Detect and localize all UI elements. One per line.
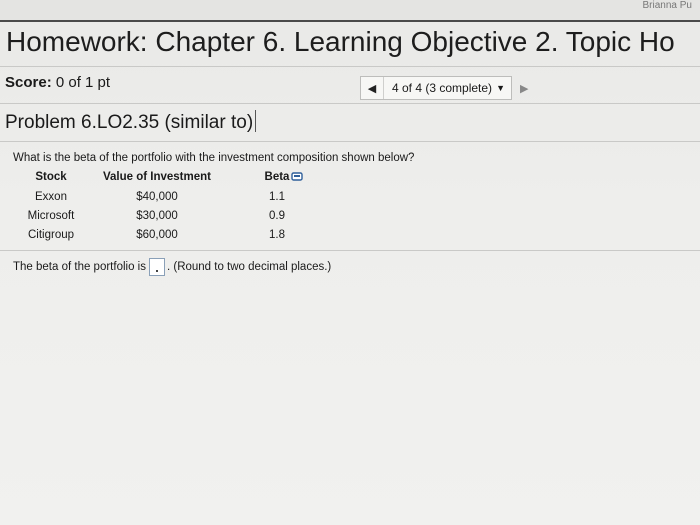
value-cell: $40,000: [136, 190, 178, 203]
triangle-left-icon: ◀: [367, 82, 377, 95]
previous-question-button[interactable]: ◀: [361, 77, 384, 99]
column-header-stock: Stock: [35, 171, 67, 183]
problem-divider: [0, 141, 700, 142]
next-question-button[interactable]: ▶: [520, 82, 528, 95]
header-divider: [0, 20, 700, 22]
stock-cell: Exxon: [35, 190, 67, 203]
copy-data-icon[interactable]: [291, 172, 303, 182]
top-bar: Brianna Pu: [0, 0, 700, 22]
stock-cell: Citigroup: [27, 228, 75, 241]
page-title: Homework: Chapter 6. Learning Objective …: [6, 26, 675, 57]
answer-input[interactable]: [148, 258, 165, 276]
value-cell: $60,000: [136, 228, 178, 241]
beta-cell: 1.8: [269, 228, 285, 241]
table-row: Citigroup $60,000 1.8: [20, 225, 322, 244]
table-row: Exxon $40,000 1.1: [20, 187, 322, 206]
column-header-beta: Beta: [264, 171, 290, 183]
beta-cell: 1.1: [269, 190, 285, 203]
problem-title: Problem 6.LO2.35 (similar to): [5, 110, 257, 134]
score-value: 0 of 1 pt: [55, 74, 111, 91]
answer-line: The beta of the portfolio is . (Round to…: [13, 258, 331, 276]
stock-cell: Microsoft: [27, 209, 75, 222]
question-text: What is the beta of the portfolio with t…: [13, 152, 415, 164]
problem-title-text: Problem 6.LO2.35 (similar to): [5, 112, 254, 133]
question-selector: ◀ 4 of 4 (3 complete) ▼: [360, 76, 512, 100]
question-position-dropdown[interactable]: 4 of 4 (3 complete): [384, 81, 496, 95]
score-label: Score:: [5, 74, 52, 91]
text-cursor: [255, 110, 257, 132]
answer-divider: [0, 250, 700, 251]
user-name: Brianna Pu: [642, 0, 692, 11]
investment-table: Stock Value of Investment Beta Exxon $40…: [20, 167, 322, 244]
answer-prefix: The beta of the portfolio is: [13, 261, 146, 273]
table-row: Microsoft $30,000 0.9: [20, 206, 322, 225]
score-divider: [0, 103, 700, 104]
question-navigator: ◀ 4 of 4 (3 complete) ▼ ▶: [360, 76, 558, 100]
table-header-row: Stock Value of Investment Beta: [20, 167, 322, 187]
value-cell: $30,000: [136, 209, 178, 222]
score: Score: 0 of 1 pt: [5, 74, 110, 91]
triangle-down-icon[interactable]: ▼: [496, 83, 505, 93]
title-divider: [0, 66, 700, 67]
column-header-value: Value of Investment: [102, 171, 211, 183]
beta-cell: 0.9: [269, 209, 285, 222]
answer-suffix: . (Round to two decimal places.): [166, 261, 332, 273]
